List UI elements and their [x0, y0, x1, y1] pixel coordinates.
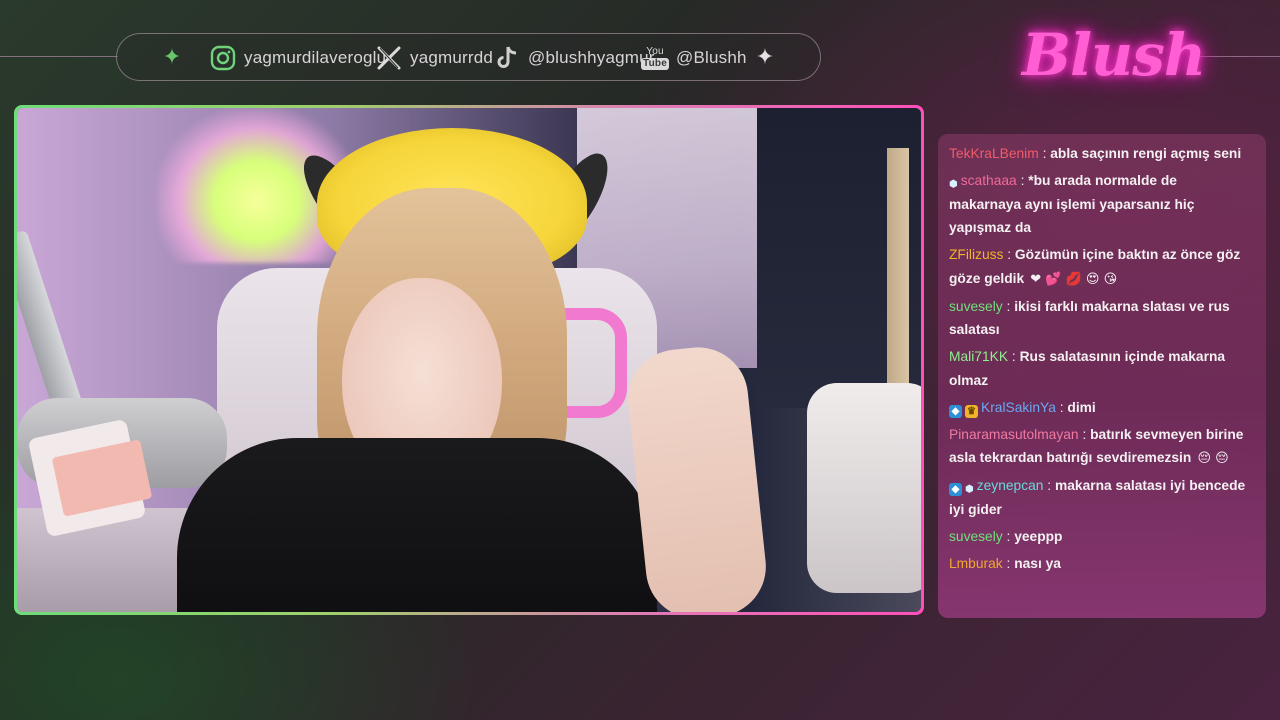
chat-panel[interactable]: TekKraLBenim : abla saçının rengi açmış … [938, 134, 1266, 618]
chat-username[interactable]: Pinaramasutolmayan [949, 427, 1079, 442]
sub-badge-icon: ◆ [949, 404, 962, 418]
chat-username[interactable]: suvesely [949, 299, 1003, 314]
youtube-handle-text: @Blushh [676, 48, 747, 67]
chat-text: abla saçının rengi açmış seni [1050, 146, 1242, 161]
banner-line-left [0, 56, 118, 57]
gem-badge-icon: ⬢ [965, 484, 974, 495]
webcam-feed [17, 108, 921, 612]
chat-username[interactable]: KralSakinYa [981, 400, 1056, 415]
chat-messages: TekKraLBenim : abla saçının rengi açmış … [949, 142, 1252, 575]
chat-message: ZFilizuss : Gözümün içine baktın az önce… [949, 243, 1252, 291]
sparkle-icon: ✦ [755, 45, 775, 70]
chat-emotes: 😔 😔 [1193, 451, 1229, 466]
instagram-handle: yagmurdilaveroglu [209, 44, 386, 72]
chat-username[interactable]: scathaaa [961, 173, 1017, 188]
crown-badge-icon: ♛ [965, 404, 978, 418]
chat-separator: : [1078, 426, 1091, 442]
chat-message: ⬢ scathaaa : *bu arada normalde de makarn… [949, 169, 1252, 240]
blush-logo: Blush [1022, 21, 1206, 89]
chat-username[interactable]: TekKraLBenim [949, 146, 1039, 161]
social-handles-bar: ✦ yagmurdilaveroglu yagmurrdd @blushhyag… [116, 33, 821, 81]
youtube-logo-tube: Tube [641, 57, 669, 70]
youtube-icon: You Tube [640, 43, 670, 73]
chat-text: yeeppp [1014, 528, 1063, 544]
tiktok-handle-text: @blushhyagmur [528, 48, 655, 67]
x-icon [375, 44, 403, 72]
chat-message: Lmburak : nası ya [949, 552, 1252, 576]
webcam-frame [14, 105, 924, 615]
chat-message: TekKraLBenim : abla saçının rengi açmış … [949, 142, 1252, 166]
youtube-handle: You Tube @Blushh [640, 44, 747, 72]
tiktok-icon [493, 44, 521, 72]
cat-bed [807, 383, 921, 593]
chat-username[interactable]: zeynepcan [977, 478, 1044, 493]
chat-separator: : [1002, 528, 1015, 544]
chat-separator: : [1016, 173, 1029, 188]
chat-text: nası ya [1014, 555, 1061, 571]
banner-line-right [1200, 56, 1280, 57]
streamer-body [177, 438, 657, 612]
chat-message: ◆ ⬢ zeynepcan : makarna salatası iyi bence… [949, 474, 1252, 521]
chat-message: Mali71KK : Rus salatasının içinde makarn… [949, 345, 1252, 392]
instagram-handle-text: yagmurdilaveroglu [244, 48, 387, 67]
chat-text: dimi [1067, 399, 1096, 415]
chat-separator: : [1008, 349, 1020, 364]
chat-separator: : [1055, 399, 1068, 415]
chat-message: Pinaramasutolmayan : batırık sevmeyen bi… [949, 423, 1252, 471]
chat-message: suvesely : yeeppp [949, 525, 1252, 549]
tiktok-handle: @blushhyagmur [493, 44, 655, 72]
chat-emotes: ❤ 💕 💋 😍 😘 [1026, 271, 1118, 287]
chat-username[interactable]: Lmburak [949, 556, 1003, 571]
x-handle: yagmurrdd [375, 44, 493, 72]
chat-separator: : [1003, 247, 1015, 262]
chat-username[interactable]: ZFilizuss [949, 247, 1003, 262]
gem-badge-icon: ⬢ [949, 179, 958, 190]
x-handle-text: yagmurrdd [410, 48, 494, 67]
chat-username[interactable]: suvesely [949, 529, 1003, 544]
sub-badge-icon: ◆ [949, 483, 962, 496]
instagram-icon [209, 44, 237, 72]
chat-message: suvesely : ikisi farklı makarna slatası … [949, 295, 1252, 342]
chat-username[interactable]: Mali71KK [949, 349, 1008, 364]
chat-separator: : [1043, 478, 1055, 493]
chat-separator: : [1002, 555, 1015, 571]
chat-separator: : [1038, 146, 1051, 161]
chat-message: ◆ ♛ KralSakinYa : dimi [949, 396, 1252, 420]
sparkle-icon: ✦ [162, 45, 182, 70]
youtube-logo-you: You [646, 45, 664, 57]
chat-separator: : [1002, 298, 1015, 314]
